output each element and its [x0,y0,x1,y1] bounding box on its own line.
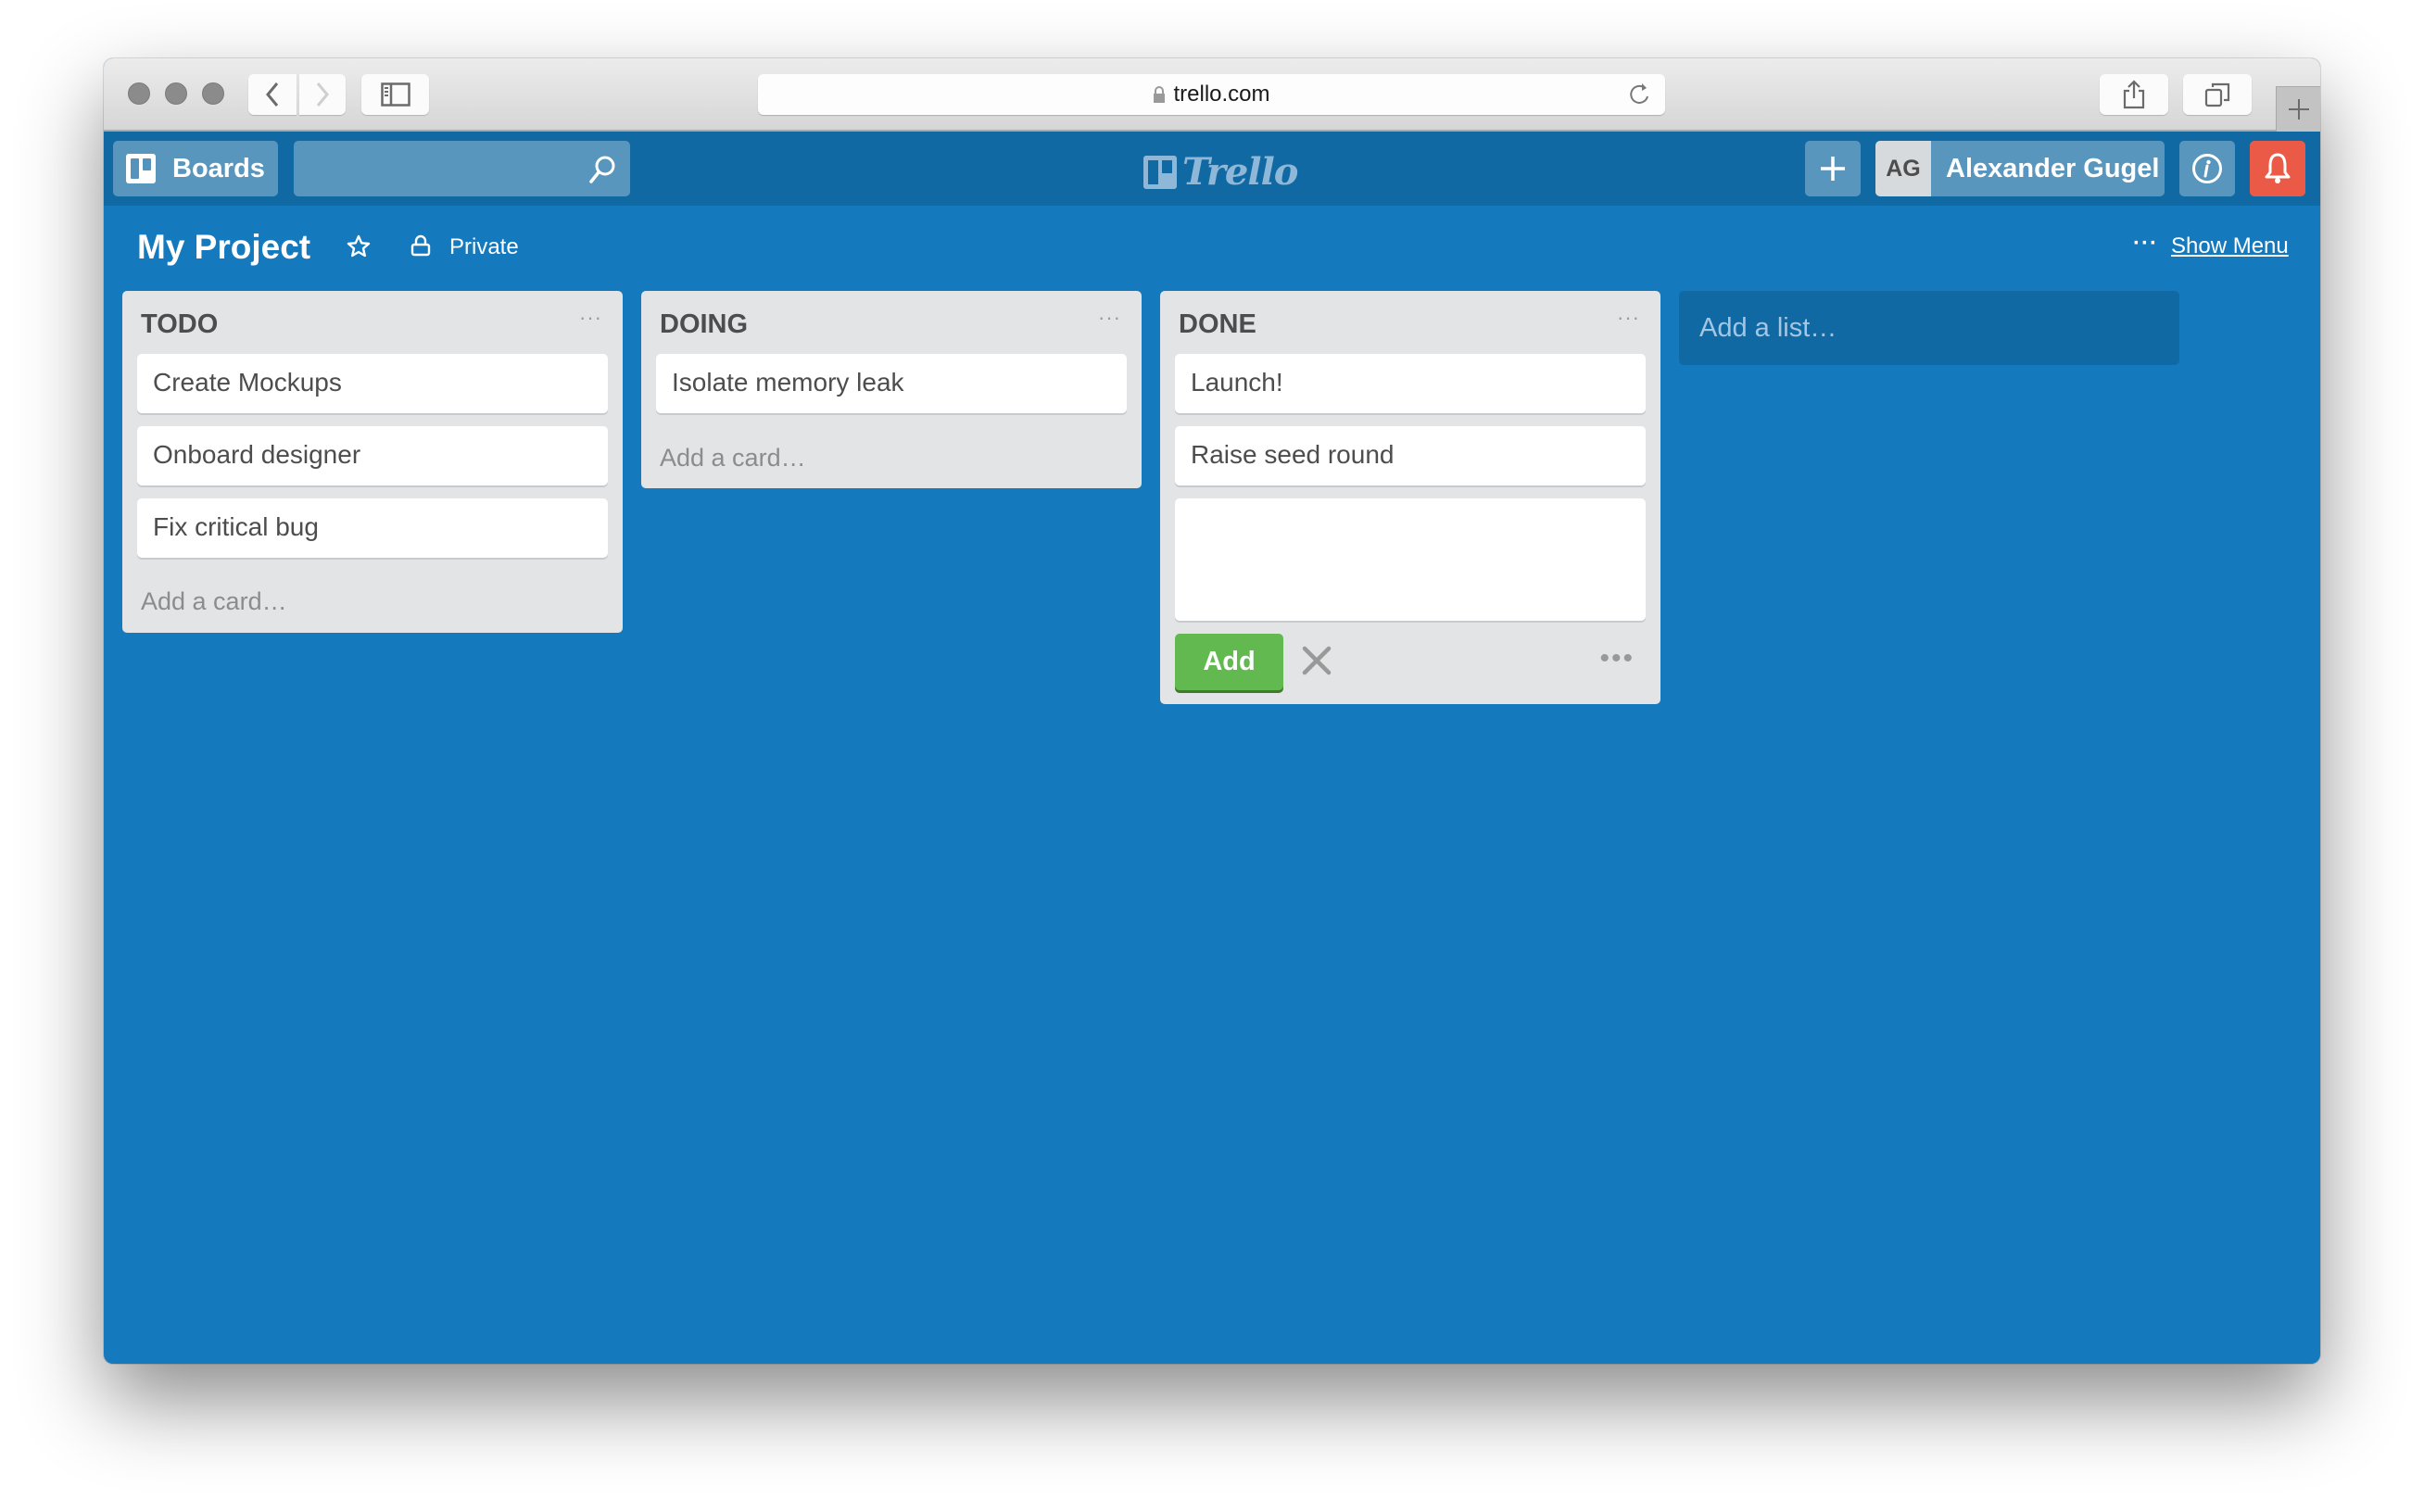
composer-options-button[interactable]: ••• [1599,643,1635,674]
star-board-button[interactable] [347,234,371,263]
forward-button[interactable] [299,74,346,115]
back-button[interactable] [248,74,297,115]
show-tabs-button[interactable] [2183,74,2252,115]
browser-titlebar: trello.com [104,58,2320,132]
chevron-right-icon [316,82,329,107]
visibility-button[interactable] [410,234,432,261]
list-card[interactable]: Fix critical bug [137,498,608,558]
add-card-link[interactable]: Add a card… [660,444,806,472]
add-card-button[interactable]: Add [1175,634,1283,690]
create-button[interactable] [1805,141,1861,196]
list-card[interactable]: Create Mockups [137,354,608,413]
bell-icon [2265,153,2291,183]
share-icon [2123,80,2145,109]
logo-text: Trello [1182,150,1298,194]
list-card[interactable]: Raise seed round [1175,426,1646,485]
trello-logo[interactable]: Trello [1143,150,1298,194]
list-menu-button[interactable]: ··· [1098,306,1121,330]
user-name: Alexander Gugel [1946,153,2160,183]
search-input[interactable] [294,141,630,196]
search-icon [589,156,615,183]
info-button[interactable] [2179,141,2235,196]
browser-window: trello.com Boards Trello AG Alexander Gu… [104,58,2320,1364]
notifications-button[interactable] [2250,141,2305,196]
list-card[interactable]: Isolate memory leak [656,354,1127,413]
reload-icon [1630,83,1648,104]
new-tab-button[interactable] [2276,86,2320,132]
sidebar-icon [380,82,410,107]
list-title[interactable]: DOING [660,309,748,340]
add-list-button[interactable]: Add a list… [1679,291,2179,365]
list-title[interactable]: DONE [1179,309,1256,340]
sidebar-toggle-button[interactable] [361,74,429,115]
boards-button[interactable]: Boards [113,141,278,196]
member-menu-button[interactable]: AG Alexander Gugel [1875,141,2165,196]
close-window-button[interactable] [128,82,150,105]
info-icon [2192,154,2222,183]
app-header: Boards Trello AG Alexander Gugel [104,132,2320,206]
url-text: trello.com [1173,82,1270,107]
share-button[interactable] [2100,74,2168,115]
list-done: DONE ··· Launch! Raise seed round Add ••… [1160,291,1660,704]
close-icon [1302,646,1332,675]
cancel-composer-button[interactable] [1301,645,1332,681]
lock-icon [1154,86,1166,103]
list-card[interactable]: Onboard designer [137,426,608,485]
new-card-textarea[interactable] [1175,498,1646,621]
boards-label: Boards [172,153,265,183]
board-icon [126,154,156,183]
list-doing: DOING ··· Isolate memory leak Add a card… [641,291,1142,488]
chevron-left-icon [266,82,279,107]
trello-logo-icon [1143,155,1177,189]
list-card[interactable]: Launch! [1175,354,1646,413]
star-icon [347,234,371,258]
avatar: AG [1875,141,1931,196]
list-title[interactable]: TODO [141,309,218,340]
show-menu-link[interactable]: Show Menu [2171,233,2289,259]
menu-dots-icon[interactable]: ··· [2133,231,2158,257]
plus-icon [2288,99,2309,120]
search-button[interactable] [587,154,617,193]
board-title[interactable]: My Project [137,228,310,267]
address-bar[interactable]: trello.com [758,74,1665,115]
list-todo: TODO ··· Create Mockups Onboard designer… [122,291,623,633]
list-menu-button[interactable]: ··· [579,306,602,330]
reload-button[interactable] [1628,82,1652,112]
visibility-label[interactable]: Private [449,234,519,260]
add-list-placeholder: Add a list… [1699,313,1837,343]
minimize-window-button[interactable] [165,82,187,105]
zoom-window-button[interactable] [202,82,224,105]
add-card-link[interactable]: Add a card… [141,587,287,616]
lock-icon [410,234,431,257]
plus-icon [1821,157,1845,181]
list-menu-button[interactable]: ··· [1617,306,1640,330]
tabs-icon [2204,82,2230,107]
